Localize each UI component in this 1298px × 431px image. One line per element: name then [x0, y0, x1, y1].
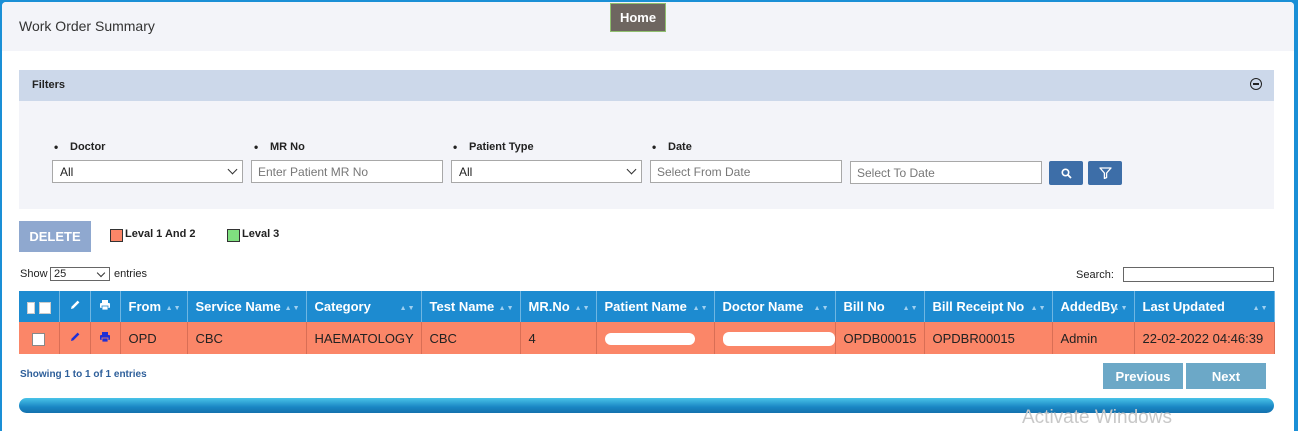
column-header-added-by[interactable]: AddedBy ▲▼: [1052, 291, 1135, 322]
date-label: Date: [652, 140, 692, 154]
search-icon: [1060, 167, 1072, 179]
cell-service-name: CBC: [187, 322, 307, 354]
sort-arrows-icon: ▲▼: [165, 305, 182, 312]
table-row[interactable]: OPD CBC HAEMATOLOGY CBC 4 OPDB00015 OPDB…: [19, 322, 1275, 354]
cell-category: HAEMATOLOGY: [306, 322, 422, 354]
chevron-down-icon: [227, 164, 238, 175]
chevron-down-icon: [626, 164, 637, 175]
chevron-down-icon: [96, 268, 106, 278]
cell-bill-receipt-no: OPDBR00015: [924, 322, 1053, 354]
page-title: Work Order Summary: [19, 18, 155, 34]
patient-type-select-value: All: [459, 164, 473, 179]
cell-from: OPD: [120, 322, 188, 354]
select-all-checkbox[interactable]: [38, 301, 51, 314]
printer-icon: [100, 300, 110, 311]
entries-per-page-value: 25: [54, 268, 67, 280]
doctor-select-value: All: [60, 164, 74, 179]
collapse-minus-icon[interactable]: [1250, 78, 1262, 90]
cell-doctor-name-redacted: [714, 322, 836, 354]
doctor-select[interactable]: All: [52, 160, 243, 183]
previous-page-button[interactable]: Previous: [1103, 363, 1183, 389]
row-select-cell[interactable]: [19, 322, 60, 354]
from-date-input[interactable]: Select From Date: [650, 160, 842, 183]
redaction-mark: [604, 333, 695, 346]
sort-arrows-icon: ▲▼: [813, 305, 830, 312]
row-print-cell[interactable]: [90, 322, 121, 354]
row-checkbox[interactable]: [32, 332, 46, 346]
cell-patient-name-redacted: [596, 322, 715, 354]
column-header-patient-name[interactable]: Patient Name ▲▼: [596, 291, 715, 322]
next-page-button[interactable]: Next: [1186, 363, 1266, 389]
select-all-header[interactable]: [19, 291, 60, 322]
table-search-input[interactable]: [1123, 267, 1274, 282]
column-header-bill-no[interactable]: Bill No ▲▼: [835, 291, 925, 322]
filter-funnel-icon: [1098, 167, 1112, 179]
work-order-table: From ▲▼ Service Name ▲▼ Category ▲▼ Test Na…: [19, 291, 1275, 354]
filters-panel-header[interactable]: Filters: [19, 70, 1274, 101]
home-button[interactable]: Home: [610, 3, 666, 32]
app-frame: Work Order Summary Home Filters Doctor A…: [2, 2, 1294, 431]
legend-label-level-3: Leval 3: [242, 228, 280, 240]
column-header-from[interactable]: From ▲▼: [120, 291, 188, 322]
sort-arrows-icon: ▲▼: [498, 305, 515, 312]
pencil-icon: [70, 300, 79, 309]
redaction-mark: [722, 331, 834, 346]
cell-mr-no: 4: [520, 322, 597, 354]
filter-button[interactable]: [1088, 161, 1122, 185]
delete-button[interactable]: DELETE: [19, 221, 91, 252]
patient-type-label: Patient Type: [453, 140, 533, 154]
edit-column-header: [59, 291, 91, 322]
sort-arrows-icon: ▲▼: [399, 305, 416, 312]
show-label: Show: [20, 268, 48, 280]
search-button[interactable]: [1049, 161, 1083, 185]
column-header-bill-receipt-no[interactable]: Bill Receipt No ▲▼: [924, 291, 1053, 322]
to-date-input[interactable]: Select To Date: [850, 161, 1042, 184]
sort-arrows-icon: ▲▼: [574, 305, 591, 312]
legend-label-level-1-2: Leval 1 And 2: [125, 228, 196, 240]
entries-per-page-select[interactable]: 25: [50, 267, 110, 281]
column-header-test-name[interactable]: Test Name ▲▼: [421, 291, 521, 322]
windows-activation-watermark: Activate Windows: [1022, 407, 1172, 428]
cell-added-by: Admin: [1052, 322, 1135, 354]
sort-arrows-icon: ▲▼: [284, 305, 301, 312]
sort-arrows-icon: ▲▼: [692, 305, 709, 312]
table-header-row: From ▲▼ Service Name ▲▼ Category ▲▼ Test Na…: [19, 291, 1275, 322]
print-column-header: [90, 291, 121, 322]
cell-bill-no: OPDB00015: [835, 322, 925, 354]
legend-swatch-level-1-2: [110, 229, 123, 242]
column-header-doctor-name[interactable]: Doctor Name ▲▼: [714, 291, 836, 322]
showing-entries-info: Showing 1 to 1 of 1 entries: [20, 369, 147, 380]
cell-last-updated: 22-02-2022 04:46:39: [1134, 322, 1275, 354]
entries-label: entries: [114, 268, 148, 280]
column-header-mr-no[interactable]: MR.No ▲▼: [520, 291, 597, 322]
doctor-label: Doctor: [54, 140, 106, 154]
patient-type-select[interactable]: All: [451, 160, 642, 183]
column-header-service-name[interactable]: Service Name ▲▼: [187, 291, 307, 322]
top-bar: Work Order Summary Home: [2, 2, 1294, 51]
sort-toggle-icon: [26, 301, 35, 314]
mr-no-label: MR No: [254, 140, 305, 154]
column-header-last-updated[interactable]: Last Updated ▲▼: [1134, 291, 1275, 322]
sort-arrows-icon: ▲▼: [1030, 305, 1047, 312]
pencil-icon[interactable]: [69, 331, 81, 343]
filters-title: Filters: [32, 79, 66, 91]
sort-arrows-icon: ▲▼: [1252, 305, 1269, 312]
sort-arrows-icon: ▲▼: [1112, 305, 1129, 312]
sort-arrows-icon: ▲▼: [902, 305, 919, 312]
printer-icon[interactable]: [99, 331, 111, 343]
filters-panel-body: Doctor All MR No Enter Patient MR No Pat…: [19, 101, 1274, 209]
row-edit-cell[interactable]: [59, 322, 91, 354]
mr-no-input[interactable]: Enter Patient MR No: [251, 160, 443, 183]
search-label: Search:: [1076, 269, 1114, 281]
legend-swatch-level-3: [227, 229, 240, 242]
cell-test-name: CBC: [421, 322, 521, 354]
column-header-category[interactable]: Category ▲▼: [306, 291, 422, 322]
